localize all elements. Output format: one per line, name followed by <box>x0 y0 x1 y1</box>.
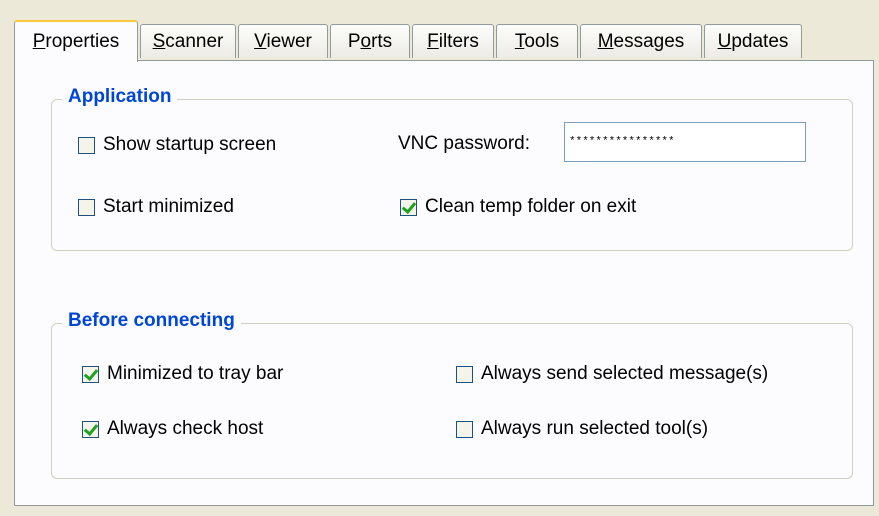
tab-tools[interactable]: Tools <box>496 24 578 58</box>
vnc-password-input[interactable] <box>564 122 806 162</box>
checkbox-box[interactable] <box>456 365 473 383</box>
properties-panel: Application Show startup screen Start mi… <box>14 60 874 506</box>
checkbox-label: Always send selected message(s) <box>481 363 769 384</box>
checkbox-box[interactable] <box>456 420 473 438</box>
tab-label: Updates <box>717 30 789 52</box>
tab-label: Properties <box>32 31 120 52</box>
tab-ports[interactable]: Ports <box>330 24 410 58</box>
tab-label: Ports <box>347 30 393 52</box>
tab-updates[interactable]: Updates <box>704 24 802 58</box>
tab-viewer[interactable]: Viewer <box>238 24 328 58</box>
checkbox-label: Show startup screen <box>103 134 277 155</box>
checkbox-box[interactable] <box>78 136 95 154</box>
before-connecting-group: Before connecting Minimized to tray bar … <box>51 310 853 479</box>
tab-label: Filters <box>427 30 479 52</box>
checkbox-label: Always run selected tool(s) <box>481 418 709 439</box>
tab-messages[interactable]: Messages <box>580 24 702 58</box>
before-connecting-legend: Before connecting <box>62 310 241 332</box>
tab-label: Tools <box>514 30 560 52</box>
checkbox-label: Always check host <box>107 418 264 439</box>
tab-properties[interactable]: Properties <box>14 20 138 62</box>
tab-label: Viewer <box>254 30 312 52</box>
start-minimized-checkbox[interactable]: Start minimized <box>78 196 234 218</box>
checkbox-box[interactable] <box>82 365 99 383</box>
application-group: Application Show startup screen Start mi… <box>51 86 853 251</box>
checkbox-label: Minimized to tray bar <box>107 363 284 384</box>
always-check-host-checkbox[interactable]: Always check host <box>82 418 263 440</box>
vnc-password-label: VNC password: <box>398 133 530 154</box>
tab-label: Scanner <box>152 30 224 52</box>
tab-scanner[interactable]: Scanner <box>140 24 236 58</box>
checkbox-label: Start minimized <box>103 196 234 217</box>
minimized-to-tray-checkbox[interactable]: Minimized to tray bar <box>82 363 283 385</box>
checkbox-box[interactable] <box>400 198 417 216</box>
checkbox-label: Clean temp folder on exit <box>425 196 637 217</box>
application-legend: Application <box>62 86 178 108</box>
always-run-tools-checkbox[interactable]: Always run selected tool(s) <box>456 418 708 440</box>
clean-temp-folder-checkbox[interactable]: Clean temp folder on exit <box>400 196 636 218</box>
tab-label: Messages <box>597 30 685 52</box>
tab-strip: Properties Scanner Viewer Ports Filters … <box>14 20 874 62</box>
checkbox-box[interactable] <box>78 198 95 216</box>
always-send-messages-checkbox[interactable]: Always send selected message(s) <box>456 363 768 385</box>
tab-filters[interactable]: Filters <box>412 24 494 58</box>
show-startup-screen-checkbox[interactable]: Show startup screen <box>78 134 276 156</box>
checkbox-box[interactable] <box>82 420 99 438</box>
